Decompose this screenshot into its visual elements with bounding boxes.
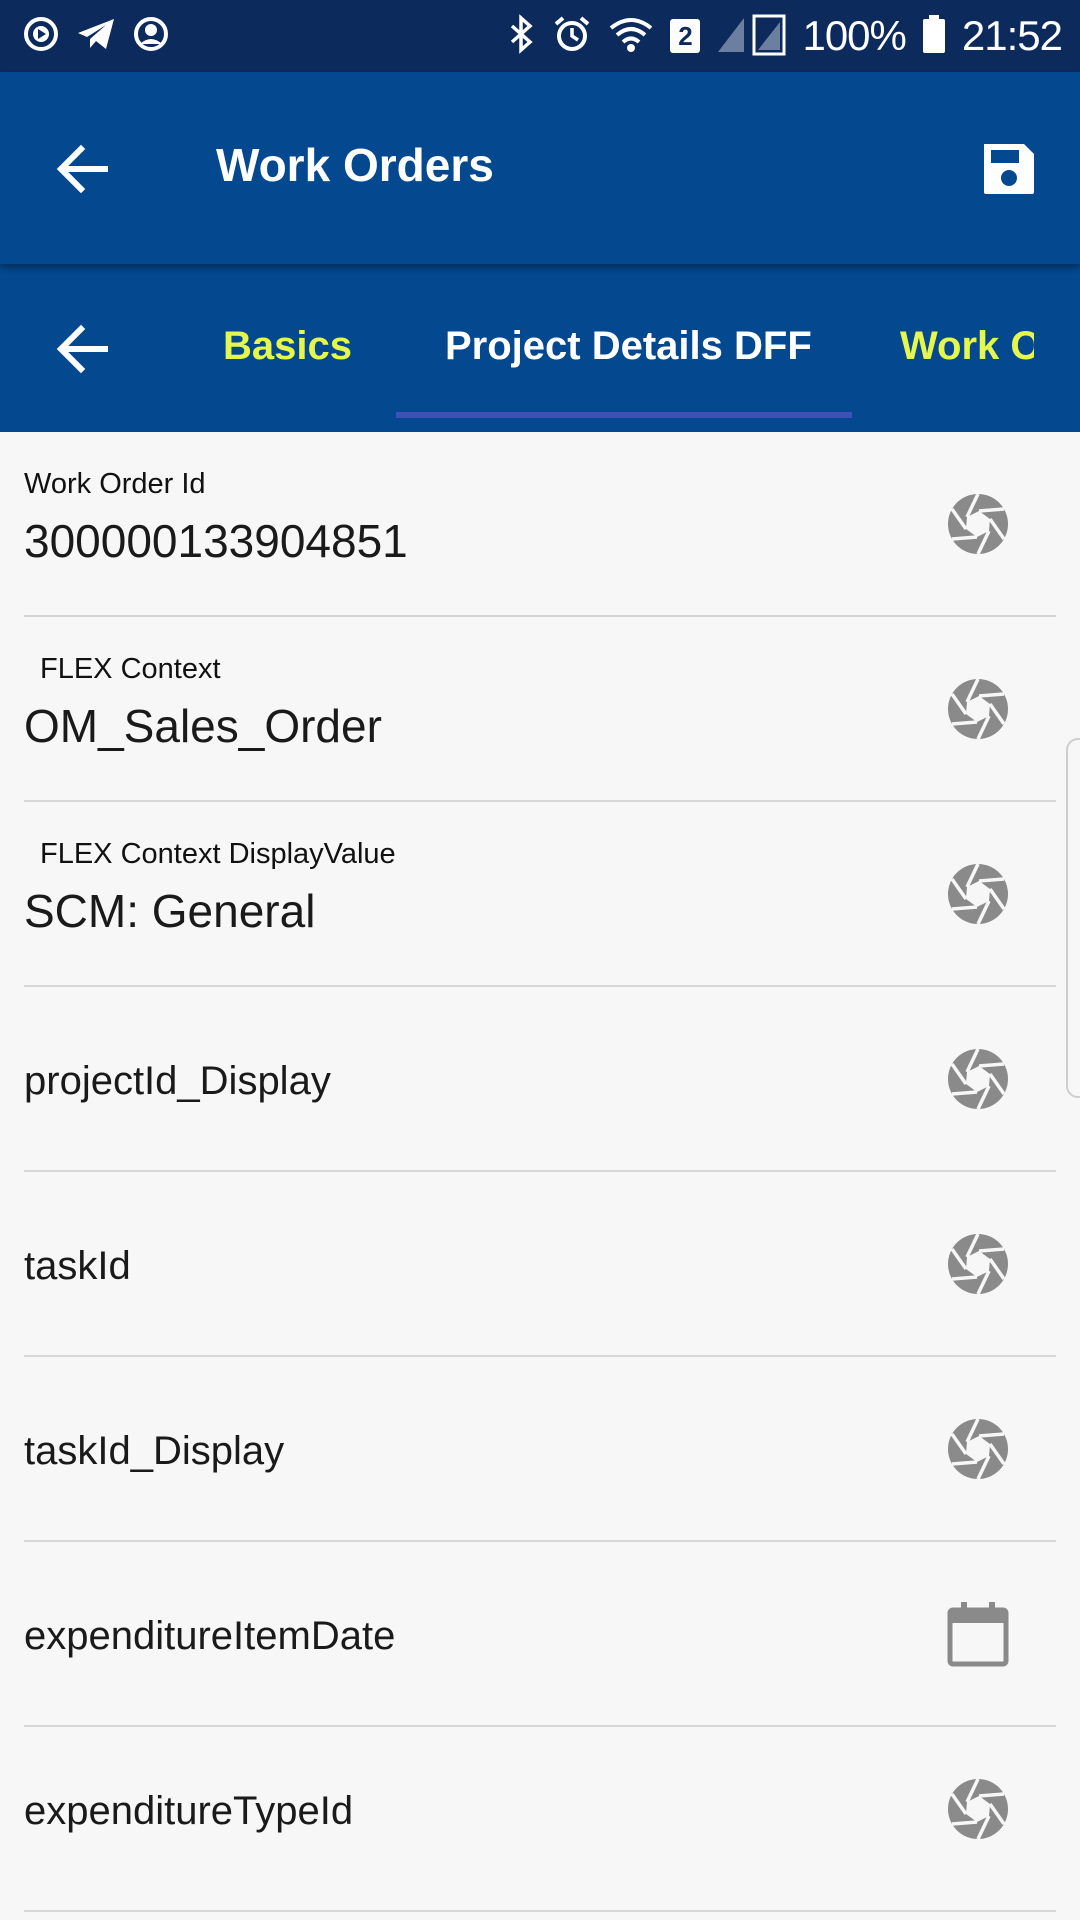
aperture-icon[interactable]	[940, 856, 1016, 932]
field-label: FLEX Context	[40, 653, 221, 685]
field-placeholder[interactable]: projectId_Display	[24, 1059, 331, 1104]
field-work-order-id[interactable]: Work Order Id 300000133904851	[24, 432, 1056, 617]
telegram-icon	[76, 15, 116, 58]
field-placeholder[interactable]: expenditureItemDate	[24, 1614, 395, 1659]
field-taskid-display[interactable]: taskId_Display	[24, 1357, 1056, 1542]
aperture-icon[interactable]	[940, 486, 1016, 562]
field-label: FLEX Context DisplayValue	[40, 838, 396, 870]
battery-icon	[922, 14, 946, 59]
tab-bar: Basics Project Details DFF Work O	[0, 264, 1080, 432]
wifi-icon	[608, 14, 654, 59]
back-button[interactable]	[48, 134, 118, 204]
page-title: Work Orders	[216, 139, 494, 191]
alarm-icon	[552, 14, 592, 59]
tab-back-button[interactable]	[48, 314, 118, 384]
field-value[interactable]: OM_Sales_Order	[24, 699, 382, 753]
scroll-edge-handle[interactable]	[1066, 738, 1080, 1098]
field-placeholder[interactable]: taskId	[24, 1244, 131, 1289]
battery-percent: 100%	[802, 12, 906, 59]
arrow-back-icon	[56, 324, 108, 374]
tab-basics[interactable]: Basics	[223, 324, 352, 369]
tab-project-details-dff[interactable]: Project Details DFF	[445, 324, 812, 369]
sim-badge: 2	[670, 19, 701, 53]
status-bar: 2 100% 21:52	[0, 0, 1080, 72]
field-expenditureitemdate[interactable]: expenditureItemDate	[24, 1542, 1056, 1727]
play-circle-icon	[22, 15, 60, 58]
field-label: Work Order Id	[24, 468, 206, 500]
field-placeholder[interactable]: expenditureTypeId	[24, 1789, 353, 1834]
field-flex-context[interactable]: FLEX Context OM_Sales_Order	[24, 617, 1056, 802]
signal-icon	[716, 12, 786, 61]
field-placeholder[interactable]: taskId_Display	[24, 1429, 284, 1474]
field-value[interactable]: 300000133904851	[24, 514, 408, 568]
aperture-icon[interactable]	[940, 1411, 1016, 1487]
save-button[interactable]	[974, 134, 1044, 204]
aperture-icon[interactable]	[940, 671, 1016, 747]
active-tab-indicator	[396, 412, 852, 418]
tab-work-orders[interactable]: Work O	[900, 324, 1034, 369]
field-flex-context-displayvalue[interactable]: FLEX Context DisplayValue SCM: General	[24, 802, 1056, 987]
app-bar: Work Orders	[0, 72, 1080, 264]
calendar-icon[interactable]	[940, 1596, 1016, 1672]
aperture-icon[interactable]	[940, 1771, 1016, 1847]
field-taskid[interactable]: taskId	[24, 1172, 1056, 1357]
aperture-icon[interactable]	[940, 1226, 1016, 1302]
aperture-icon[interactable]	[940, 1041, 1016, 1117]
arrow-back-icon	[56, 144, 108, 194]
bluetooth-icon	[508, 13, 536, 59]
save-icon	[984, 144, 1034, 194]
field-list: Work Order Id 300000133904851 FLEX Conte…	[0, 432, 1080, 1912]
account-circle-icon	[132, 15, 170, 58]
field-projectid-display[interactable]: projectId_Display	[24, 987, 1056, 1172]
field-value[interactable]: SCM: General	[24, 884, 315, 938]
clock: 21:52	[961, 12, 1063, 59]
field-expendituretypeid[interactable]: expenditureTypeId	[24, 1727, 1056, 1912]
